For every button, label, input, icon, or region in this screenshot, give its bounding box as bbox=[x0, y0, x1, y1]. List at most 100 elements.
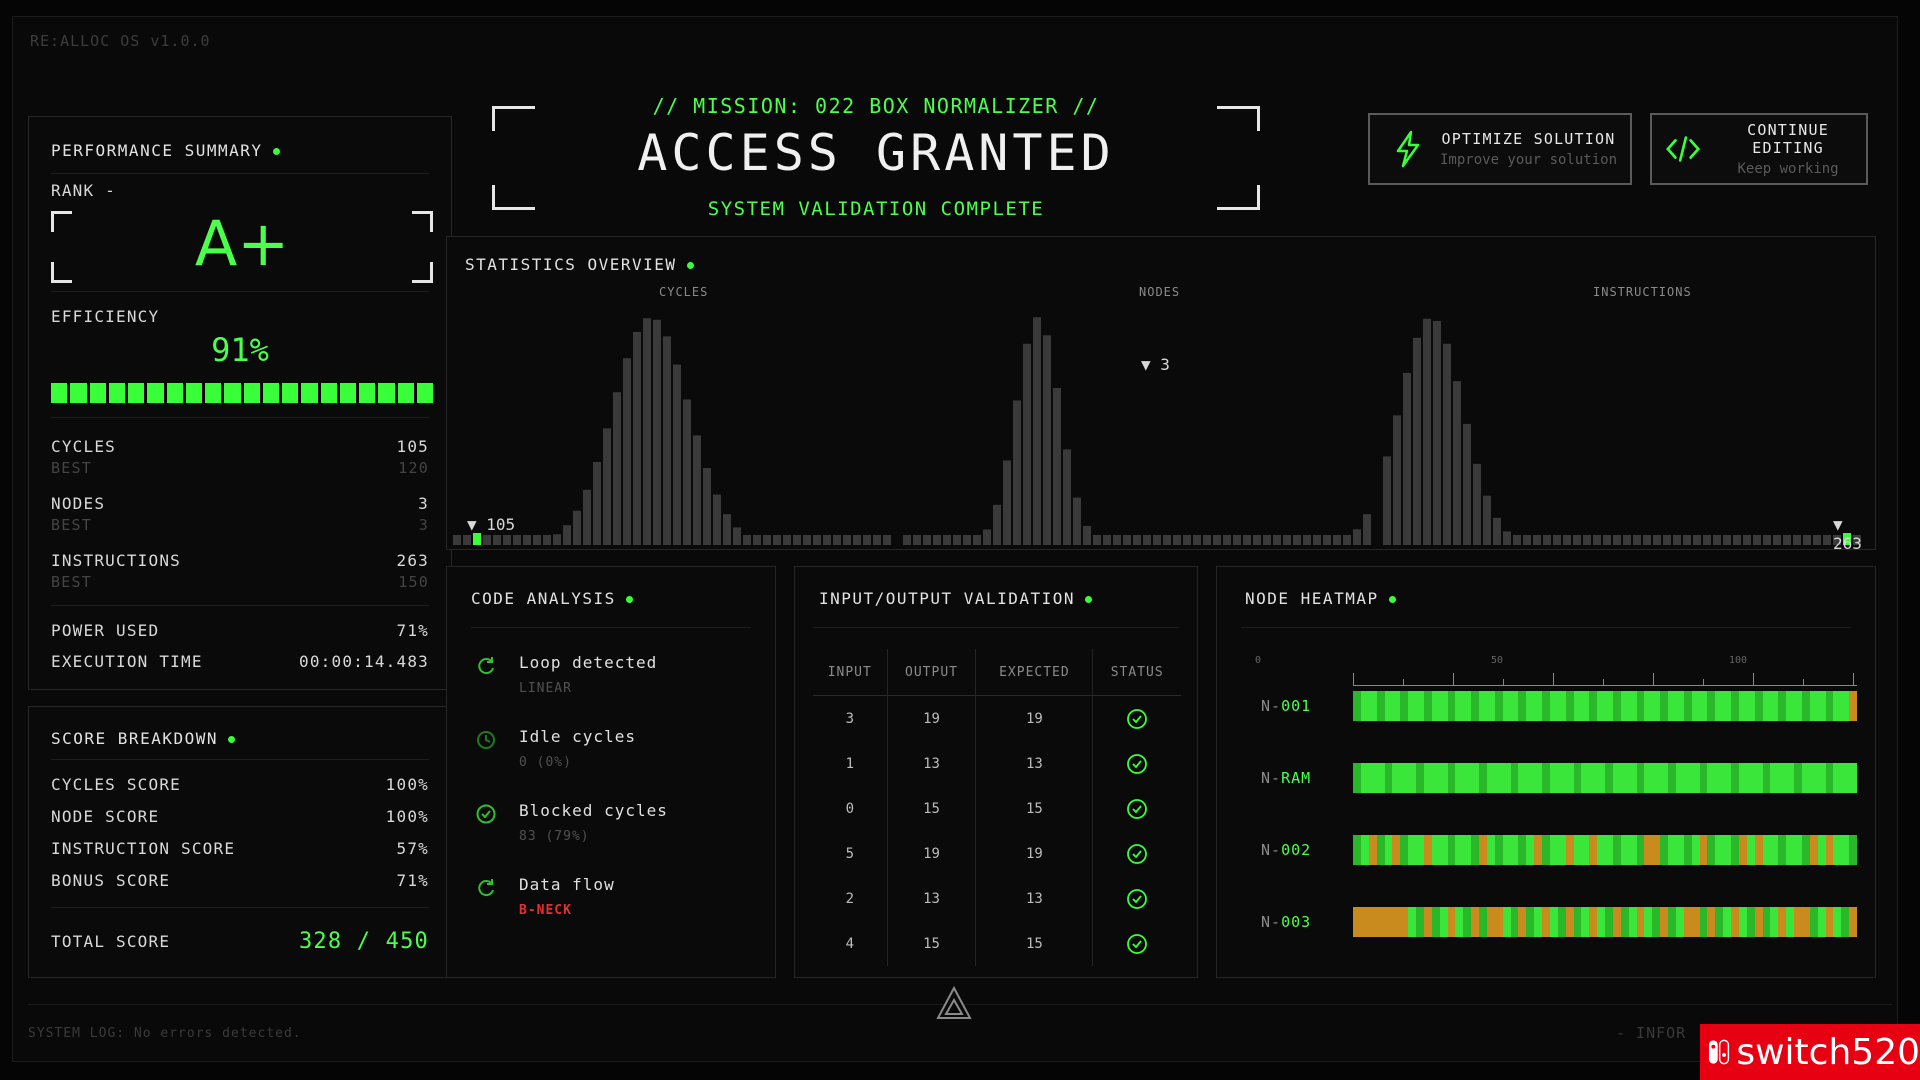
histogram-bar bbox=[773, 535, 781, 545]
heatmap-cell bbox=[1486, 691, 1495, 721]
efficiency-bar-segment bbox=[378, 383, 395, 403]
histogram-bar bbox=[1103, 535, 1111, 545]
heatmap-cell bbox=[1612, 835, 1621, 865]
heatmap-cell bbox=[1778, 907, 1787, 937]
nodes-marker: ▼ 3 bbox=[1141, 355, 1170, 374]
heatmap-cell bbox=[1738, 691, 1747, 721]
heatmap-cell bbox=[1471, 691, 1479, 721]
console-logo-icon bbox=[1708, 1039, 1730, 1065]
histogram-bar bbox=[1363, 514, 1371, 545]
heatmap-cell bbox=[1833, 691, 1842, 721]
heatmap-cell bbox=[1368, 691, 1377, 721]
heatmap-cell bbox=[1699, 907, 1708, 937]
heatmap-cell bbox=[1605, 763, 1613, 793]
heatmap-cell bbox=[1597, 907, 1605, 937]
histogram-bar bbox=[1123, 535, 1131, 545]
heatmap-cell bbox=[1620, 691, 1629, 721]
check-circle-icon bbox=[1127, 843, 1148, 864]
heatmap-cell bbox=[1589, 691, 1598, 721]
heatmap-cell bbox=[1691, 763, 1700, 793]
heatmap-cell bbox=[1557, 907, 1566, 937]
cell-expected: 15 bbox=[975, 786, 1093, 831]
histogram-bar bbox=[793, 535, 801, 545]
histogram-bar bbox=[1733, 535, 1741, 545]
histogram-bar bbox=[1643, 535, 1651, 545]
histogram-bar bbox=[1263, 535, 1271, 545]
heatmap-row-001 bbox=[1353, 691, 1857, 721]
heatmap-cell bbox=[1644, 907, 1653, 937]
histogram-highlight-bar bbox=[473, 533, 481, 545]
cycles-best: BEST 120 bbox=[51, 459, 429, 477]
histogram-bar bbox=[1503, 531, 1511, 545]
heatmap-cell bbox=[1652, 763, 1661, 793]
heatmap-cell bbox=[1549, 907, 1558, 937]
heatmap-cell bbox=[1707, 907, 1716, 937]
histogram-bar bbox=[1063, 449, 1071, 545]
heatmap-cell bbox=[1431, 835, 1440, 865]
heatmap-cell bbox=[1392, 763, 1401, 793]
histogram-bar bbox=[1283, 535, 1291, 545]
heatmap-cell bbox=[1526, 835, 1535, 865]
heatmap-cell bbox=[1384, 763, 1393, 793]
histogram-bar bbox=[1793, 535, 1801, 545]
histogram-bar bbox=[723, 514, 731, 545]
histogram-bar bbox=[743, 535, 751, 545]
histogram-bar bbox=[1043, 335, 1051, 545]
heatmap-cell bbox=[1502, 835, 1511, 865]
heatmap-cell bbox=[1581, 835, 1590, 865]
status-cell bbox=[1092, 876, 1181, 921]
heatmap-cell bbox=[1455, 691, 1464, 721]
heatmap-cell bbox=[1353, 763, 1361, 793]
efficiency-bar-segment bbox=[301, 383, 318, 403]
heatmap-cell bbox=[1557, 763, 1566, 793]
histogram-bar bbox=[1543, 535, 1551, 545]
heatmap-cell bbox=[1675, 907, 1684, 937]
heatmap-cell bbox=[1746, 691, 1755, 721]
histogram-bar bbox=[1663, 535, 1671, 545]
node-label-001: N-001 bbox=[1261, 697, 1312, 715]
continue-editing-button[interactable]: CONTINUE EDITING Keep working bbox=[1650, 113, 1868, 185]
histogram-bar bbox=[1243, 535, 1251, 545]
heatmap-cell bbox=[1825, 691, 1834, 721]
heatmap-cell bbox=[1849, 691, 1857, 721]
histogram-bar bbox=[563, 525, 571, 545]
histogram-bar bbox=[513, 535, 521, 545]
heatmap-cell bbox=[1723, 835, 1731, 865]
status-dot bbox=[228, 736, 235, 743]
heatmap-cell bbox=[1565, 835, 1574, 865]
heatmap-cell bbox=[1817, 835, 1826, 865]
histogram-bar bbox=[1473, 463, 1481, 545]
heatmap-cell bbox=[1518, 763, 1527, 793]
instructions-best: BEST 150 bbox=[51, 573, 429, 591]
statistics-overview-title: STATISTICS OVERVIEW bbox=[465, 255, 694, 274]
status-dot bbox=[272, 148, 280, 155]
heatmap-cell bbox=[1494, 691, 1503, 721]
heatmap-cell bbox=[1471, 835, 1479, 865]
heatmap-cell bbox=[1360, 907, 1369, 937]
histogram-bar bbox=[633, 331, 641, 545]
axis-tick bbox=[1503, 679, 1504, 685]
heatmap-cell bbox=[1754, 763, 1763, 793]
table-row: 3 19 19 bbox=[813, 695, 1181, 741]
histogram-bar bbox=[1603, 535, 1611, 545]
code-analysis-title: CODE ANALYSIS bbox=[471, 589, 633, 608]
heatmap-cell bbox=[1557, 691, 1566, 721]
heatmap-cell bbox=[1463, 907, 1472, 937]
heatmap-cell bbox=[1439, 763, 1448, 793]
heatmap-cell bbox=[1479, 907, 1487, 937]
status-cell bbox=[1092, 831, 1181, 876]
continue-sublabel: Keep working bbox=[1737, 161, 1839, 177]
watermark: switch520 bbox=[1700, 1024, 1920, 1080]
heatmap-cell bbox=[1400, 691, 1409, 721]
histogram-bar bbox=[643, 318, 651, 545]
cell-expected: 19 bbox=[975, 831, 1093, 876]
histogram-bar bbox=[1803, 535, 1811, 545]
optimize-solution-button[interactable]: OPTIMIZE SOLUTION Improve your solution bbox=[1368, 113, 1632, 185]
heatmap-cell bbox=[1620, 907, 1629, 937]
histogram-bar bbox=[1703, 535, 1711, 545]
heatmap-cell bbox=[1660, 835, 1668, 865]
histogram-bar bbox=[1343, 535, 1351, 545]
heatmap-cell bbox=[1423, 763, 1432, 793]
heatmap-cell bbox=[1707, 763, 1716, 793]
table-row: 1 13 13 bbox=[813, 741, 1181, 786]
